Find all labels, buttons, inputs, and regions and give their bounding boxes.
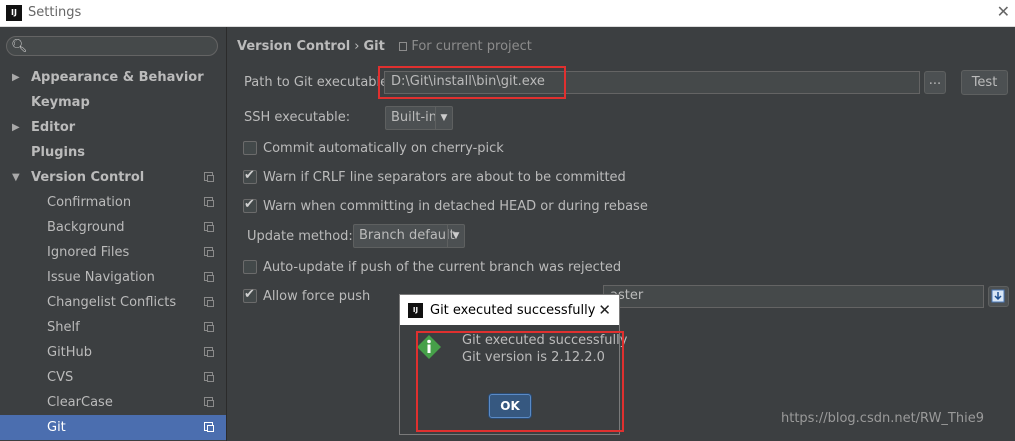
project-scope-icon	[204, 247, 214, 257]
edit-branches-button[interactable]	[988, 286, 1009, 307]
project-scope-icon	[204, 422, 214, 432]
sidebar-item-label: Background	[47, 220, 125, 235]
breadcrumb-scope: For current project	[399, 39, 532, 54]
dialog-close-icon[interactable]: ✕	[598, 301, 611, 319]
update-method-value: Branch default	[359, 228, 455, 243]
checkmark-icon: ✔	[244, 197, 255, 212]
sidebar-item-label: Changelist Conflicts	[47, 295, 177, 310]
force-push-checkbox[interactable]: ✔	[243, 287, 257, 303]
project-scope-icon	[399, 42, 408, 51]
sidebar-item-label: Keymap	[31, 95, 90, 110]
dialog-body: Git executed successfully Git version is…	[400, 325, 627, 434]
sidebar-item-github[interactable]: GitHub	[0, 340, 226, 365]
project-scope-icon	[204, 222, 214, 232]
sidebar-item-label: ClearCase	[47, 395, 113, 410]
sidebar-item-plugins[interactable]: Plugins	[0, 140, 226, 165]
sidebar-item-label: Confirmation	[47, 195, 132, 210]
sidebar-item-label: Ignored Files	[47, 245, 130, 260]
project-scope-icon	[204, 347, 214, 357]
chevron-down-icon: ▼	[435, 107, 452, 129]
window-title: Settings	[28, 5, 82, 20]
sidebar-item-confirmation[interactable]: Confirmation	[0, 190, 226, 215]
watermark-text: https://blog.csdn.net/RW_Thie9	[781, 411, 984, 426]
sidebar-item-git[interactable]: Git	[0, 415, 226, 440]
settings-sidebar: 🔍︎ ▶ Appearance & Behavior Keymap ▶ Edit…	[0, 27, 227, 441]
update-method-label: Update method:	[247, 229, 353, 244]
git-path-field[interactable]: D:\Git\install\bin\git.exe	[384, 71, 920, 94]
protected-branches-field[interactable]: aster	[603, 285, 984, 308]
sidebar-item-ignored-files[interactable]: Ignored Files	[0, 240, 226, 265]
sidebar-item-background[interactable]: Background	[0, 215, 226, 240]
checkmark-icon: ✔	[244, 168, 255, 183]
update-method-select[interactable]: Branch default ▼	[353, 224, 465, 248]
sidebar-item-changelist-conflicts[interactable]: Changelist Conflicts	[0, 290, 226, 315]
auto-update-label: Auto-update if push of the current branc…	[263, 260, 622, 275]
crlf-warning-checkbox[interactable]: ✔	[243, 168, 257, 184]
detached-head-label: Warn when committing in detached HEAD or…	[263, 199, 648, 214]
sidebar-item-label: Git	[47, 420, 66, 435]
intellij-app-icon: IJ	[6, 5, 22, 21]
ssh-executable-label: SSH executable:	[244, 110, 351, 125]
sidebar-item-shelf[interactable]: Shelf	[0, 315, 226, 340]
edit-list-icon	[991, 289, 1005, 303]
force-push-label: Allow force push	[263, 289, 371, 304]
sidebar-item-label: Editor	[31, 120, 76, 135]
dialog-message-line1: Git executed successfully	[462, 333, 628, 348]
sidebar-item-cvs[interactable]: CVS	[0, 365, 226, 390]
project-scope-icon	[204, 197, 214, 207]
dialog-titlebar: IJ Git executed successfully ✕	[400, 295, 619, 325]
breadcrumb-scope-label: For current project	[411, 39, 532, 54]
ssh-executable-select[interactable]: Built-in ▼	[385, 106, 453, 130]
window-titlebar: IJ Settings ✕	[0, 0, 1015, 27]
cherry-pick-checkbox[interactable]	[243, 141, 257, 155]
collapse-arrow-icon[interactable]: ▼	[12, 165, 20, 190]
git-settings-panel: Version Control › Git For current project …	[227, 27, 1015, 441]
search-icon: 🔍︎	[11, 39, 28, 54]
sidebar-item-issue-navigation[interactable]: Issue Navigation	[0, 265, 226, 290]
sidebar-item-label: Appearance & Behavior	[31, 70, 204, 85]
chevron-down-icon: ▼	[447, 225, 464, 247]
sidebar-item-appearance-behavior[interactable]: ▶ Appearance & Behavior	[0, 65, 226, 90]
git-success-dialog: IJ Git executed successfully ✕ Git execu…	[399, 294, 627, 435]
breadcrumb: Version Control › Git For current project	[237, 39, 532, 54]
dialog-message-line2: Git version is 2.12.2.0	[462, 350, 605, 365]
expand-arrow-icon[interactable]: ▶	[12, 65, 20, 90]
project-scope-icon	[204, 322, 214, 332]
sidebar-item-label: Issue Navigation	[47, 270, 155, 285]
cherry-pick-label: Commit automatically on cherry-pick	[263, 141, 504, 156]
test-button[interactable]: Test	[961, 70, 1008, 95]
sidebar-item-editor[interactable]: ▶ Editor	[0, 115, 226, 140]
project-scope-icon	[204, 397, 214, 407]
auto-update-checkbox[interactable]	[243, 260, 257, 274]
sidebar-item-label: GitHub	[47, 345, 93, 360]
info-icon	[417, 335, 441, 359]
sidebar-item-label: Plugins	[31, 145, 85, 160]
dialog-title: Git executed successfully	[430, 303, 596, 318]
ok-button[interactable]: OK	[489, 394, 531, 418]
sidebar-item-keymap[interactable]: Keymap	[0, 90, 226, 115]
breadcrumb-current: Git	[363, 39, 385, 54]
project-scope-icon	[204, 172, 214, 182]
sidebar-item-version-control[interactable]: ▼ Version Control	[0, 165, 226, 190]
project-scope-icon	[204, 272, 214, 282]
breadcrumb-separator: ›	[354, 39, 360, 54]
checkmark-icon: ✔	[244, 287, 255, 302]
ssh-executable-value: Built-in	[391, 110, 438, 125]
crlf-warning-label: Warn if CRLF line separators are about t…	[263, 170, 626, 185]
breadcrumb-parent: Version Control	[237, 39, 351, 54]
window-close-icon[interactable]: ✕	[997, 2, 1010, 21]
sidebar-item-label: Shelf	[47, 320, 80, 335]
sidebar-item-label: CVS	[47, 370, 74, 385]
path-to-git-label: Path to Git executable:	[244, 75, 393, 90]
search-input[interactable]: 🔍︎	[6, 36, 218, 56]
browse-button[interactable]: ...	[924, 71, 946, 94]
project-scope-icon	[204, 372, 214, 382]
sidebar-item-label: Version Control	[31, 170, 145, 185]
intellij-app-icon: IJ	[408, 303, 423, 318]
detached-head-checkbox[interactable]: ✔	[243, 197, 257, 213]
expand-arrow-icon[interactable]: ▶	[12, 115, 20, 140]
project-scope-icon	[204, 297, 214, 307]
sidebar-item-clearcase[interactable]: ClearCase	[0, 390, 226, 415]
